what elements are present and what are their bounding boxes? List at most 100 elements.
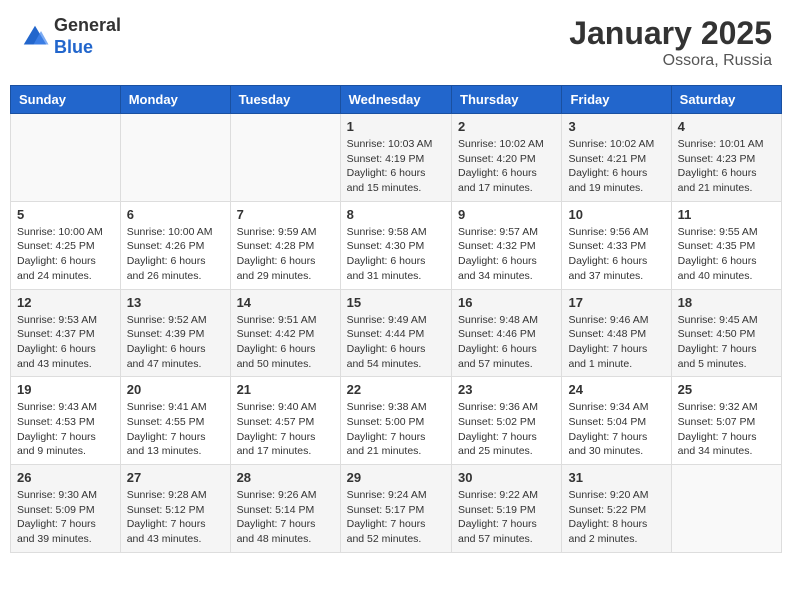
logo-text: General Blue <box>54 15 121 58</box>
day-number: 31 <box>568 470 664 485</box>
calendar-table: SundayMondayTuesdayWednesdayThursdayFrid… <box>10 85 782 553</box>
calendar-cell: 25 Sunrise: 9:32 AM Sunset: 5:07 PM Dayli… <box>671 377 781 465</box>
day-info: Sunrise: 9:43 AM Sunset: 4:53 PM Dayligh… <box>17 400 114 459</box>
calendar-cell: 9 Sunrise: 9:57 AM Sunset: 4:32 PM Daylig… <box>452 201 562 289</box>
day-number: 21 <box>237 382 334 397</box>
calendar-header-sunday: Sunday <box>11 86 121 114</box>
day-info: Sunrise: 9:30 AM Sunset: 5:09 PM Dayligh… <box>17 488 114 547</box>
day-number: 15 <box>347 295 445 310</box>
calendar-cell: 18Sunrise: 9:45 AM Sunset: 4:50 PM Dayli… <box>671 289 781 377</box>
calendar-header-saturday: Saturday <box>671 86 781 114</box>
day-number: 24 <box>568 382 664 397</box>
day-number: 20 <box>127 382 224 397</box>
calendar-week-4: 19 Sunrise: 9:43 AM Sunset: 4:53 PM Dayli… <box>11 377 782 465</box>
day-number: 29 <box>347 470 445 485</box>
calendar-cell: 11 Sunrise: 9:55 AM Sunset: 4:35 PM Dayli… <box>671 201 781 289</box>
day-info: Sunrise: 9:51 AM Sunset: 4:42 PM Dayligh… <box>237 313 334 372</box>
day-number: 3 <box>568 119 664 134</box>
day-info: Sunrise: 9:52 AM Sunset: 4:39 PM Dayligh… <box>127 313 224 372</box>
day-info: Sunrise: 9:36 AM Sunset: 5:02 PM Dayligh… <box>458 400 555 459</box>
day-info: Sunrise: 9:32 AM Sunset: 5:07 PM Dayligh… <box>678 400 775 459</box>
day-number: 9 <box>458 207 555 222</box>
day-number: 6 <box>127 207 224 222</box>
calendar-cell: 7 Sunrise: 9:59 AM Sunset: 4:28 PM Daylig… <box>230 201 340 289</box>
calendar-week-1: 1 Sunrise: 10:03 AM Sunset: 4:19 PM Dayli… <box>11 114 782 202</box>
logo-icon <box>20 22 50 52</box>
calendar-cell: 21Sunrise: 9:40 AM Sunset: 4:57 PM Dayli… <box>230 377 340 465</box>
day-number: 4 <box>678 119 775 134</box>
calendar-cell: 13 Sunrise: 9:52 AM Sunset: 4:39 PM Dayli… <box>120 289 230 377</box>
day-info: Sunrise: 10:00 AM Sunset: 4:25 PM Daylig… <box>17 225 114 284</box>
calendar-cell: 8 Sunrise: 9:58 AM Sunset: 4:30 PM Daylig… <box>340 201 451 289</box>
calendar-cell: 28Sunrise: 9:26 AM Sunset: 5:14 PM Dayli… <box>230 465 340 553</box>
calendar-cell <box>671 465 781 553</box>
day-info: Sunrise: 9:49 AM Sunset: 4:44 PM Dayligh… <box>347 313 445 372</box>
day-info: Sunrise: 9:22 AM Sunset: 5:19 PM Dayligh… <box>458 488 555 547</box>
day-info: Sunrise: 10:00 AM Sunset: 4:26 PM Daylig… <box>127 225 224 284</box>
calendar-week-2: 5 Sunrise: 10:00 AM Sunset: 4:25 PM Dayli… <box>11 201 782 289</box>
calendar-cell: 3Sunrise: 10:02 AM Sunset: 4:21 PM Dayli… <box>562 114 671 202</box>
calendar-cell: 1 Sunrise: 10:03 AM Sunset: 4:19 PM Dayli… <box>340 114 451 202</box>
day-info: Sunrise: 10:02 AM Sunset: 4:20 PM Daylig… <box>458 137 555 196</box>
day-info: Sunrise: 9:55 AM Sunset: 4:35 PM Dayligh… <box>678 225 775 284</box>
calendar-cell: 23 Sunrise: 9:36 AM Sunset: 5:02 PM Dayli… <box>452 377 562 465</box>
calendar-cell: 26Sunrise: 9:30 AM Sunset: 5:09 PM Dayli… <box>11 465 121 553</box>
day-number: 19 <box>17 382 114 397</box>
calendar-cell: 22Sunrise: 9:38 AM Sunset: 5:00 PM Dayli… <box>340 377 451 465</box>
day-number: 25 <box>678 382 775 397</box>
calendar-cell: 2 Sunrise: 10:02 AM Sunset: 4:20 PM Dayli… <box>452 114 562 202</box>
calendar-cell: 6 Sunrise: 10:00 AM Sunset: 4:26 PM Dayli… <box>120 201 230 289</box>
day-info: Sunrise: 9:45 AM Sunset: 4:50 PM Dayligh… <box>678 313 775 372</box>
calendar-header-thursday: Thursday <box>452 86 562 114</box>
day-info: Sunrise: 9:57 AM Sunset: 4:32 PM Dayligh… <box>458 225 555 284</box>
logo-general-text: General <box>54 15 121 37</box>
day-number: 7 <box>237 207 334 222</box>
calendar-cell: 27Sunrise: 9:28 AM Sunset: 5:12 PM Dayli… <box>120 465 230 553</box>
day-number: 30 <box>458 470 555 485</box>
day-number: 2 <box>458 119 555 134</box>
logo: General Blue <box>20 15 121 58</box>
calendar-cell: 20 Sunrise: 9:41 AM Sunset: 4:55 PM Dayli… <box>120 377 230 465</box>
day-info: Sunrise: 9:48 AM Sunset: 4:46 PM Dayligh… <box>458 313 555 372</box>
calendar-cell: 10 Sunrise: 9:56 AM Sunset: 4:33 PM Dayli… <box>562 201 671 289</box>
day-info: Sunrise: 9:56 AM Sunset: 4:33 PM Dayligh… <box>568 225 664 284</box>
day-info: Sunrise: 10:03 AM Sunset: 4:19 PM Daylig… <box>347 137 445 196</box>
day-number: 1 <box>347 119 445 134</box>
day-number: 12 <box>17 295 114 310</box>
calendar-cell: 5 Sunrise: 10:00 AM Sunset: 4:25 PM Dayli… <box>11 201 121 289</box>
calendar-week-5: 26Sunrise: 9:30 AM Sunset: 5:09 PM Dayli… <box>11 465 782 553</box>
day-number: 5 <box>17 207 114 222</box>
day-number: 10 <box>568 207 664 222</box>
day-info: Sunrise: 9:34 AM Sunset: 5:04 PM Dayligh… <box>568 400 664 459</box>
calendar-cell: 14 Sunrise: 9:51 AM Sunset: 4:42 PM Dayli… <box>230 289 340 377</box>
day-number: 16 <box>458 295 555 310</box>
day-number: 13 <box>127 295 224 310</box>
title-area: January 2025 Ossora, Russia <box>569 15 772 70</box>
calendar-cell: 12 Sunrise: 9:53 AM Sunset: 4:37 PM Dayli… <box>11 289 121 377</box>
calendar-cell <box>120 114 230 202</box>
calendar-cell: 4 Sunrise: 10:01 AM Sunset: 4:23 PM Dayli… <box>671 114 781 202</box>
day-number: 27 <box>127 470 224 485</box>
day-number: 14 <box>237 295 334 310</box>
calendar-cell: 15 Sunrise: 9:49 AM Sunset: 4:44 PM Dayli… <box>340 289 451 377</box>
logo-blue-text: Blue <box>54 37 121 59</box>
calendar-cell: 30 Sunrise: 9:22 AM Sunset: 5:19 PM Dayli… <box>452 465 562 553</box>
calendar-cell: 17Sunrise: 9:46 AM Sunset: 4:48 PM Dayli… <box>562 289 671 377</box>
day-number: 22 <box>347 382 445 397</box>
page-header: General Blue January 2025 Ossora, Russia <box>10 10 782 75</box>
calendar-header-wednesday: Wednesday <box>340 86 451 114</box>
day-info: Sunrise: 9:20 AM Sunset: 5:22 PM Dayligh… <box>568 488 664 547</box>
day-info: Sunrise: 9:53 AM Sunset: 4:37 PM Dayligh… <box>17 313 114 372</box>
day-number: 23 <box>458 382 555 397</box>
day-info: Sunrise: 9:41 AM Sunset: 4:55 PM Dayligh… <box>127 400 224 459</box>
month-title: January 2025 <box>569 15 772 52</box>
calendar-cell: 19 Sunrise: 9:43 AM Sunset: 4:53 PM Dayli… <box>11 377 121 465</box>
calendar-week-3: 12 Sunrise: 9:53 AM Sunset: 4:37 PM Dayli… <box>11 289 782 377</box>
day-info: Sunrise: 10:01 AM Sunset: 4:23 PM Daylig… <box>678 137 775 196</box>
day-info: Sunrise: 9:58 AM Sunset: 4:30 PM Dayligh… <box>347 225 445 284</box>
day-info: Sunrise: 9:46 AM Sunset: 4:48 PM Dayligh… <box>568 313 664 372</box>
day-info: Sunrise: 9:59 AM Sunset: 4:28 PM Dayligh… <box>237 225 334 284</box>
day-number: 8 <box>347 207 445 222</box>
calendar-header-row: SundayMondayTuesdayWednesdayThursdayFrid… <box>11 86 782 114</box>
day-number: 11 <box>678 207 775 222</box>
